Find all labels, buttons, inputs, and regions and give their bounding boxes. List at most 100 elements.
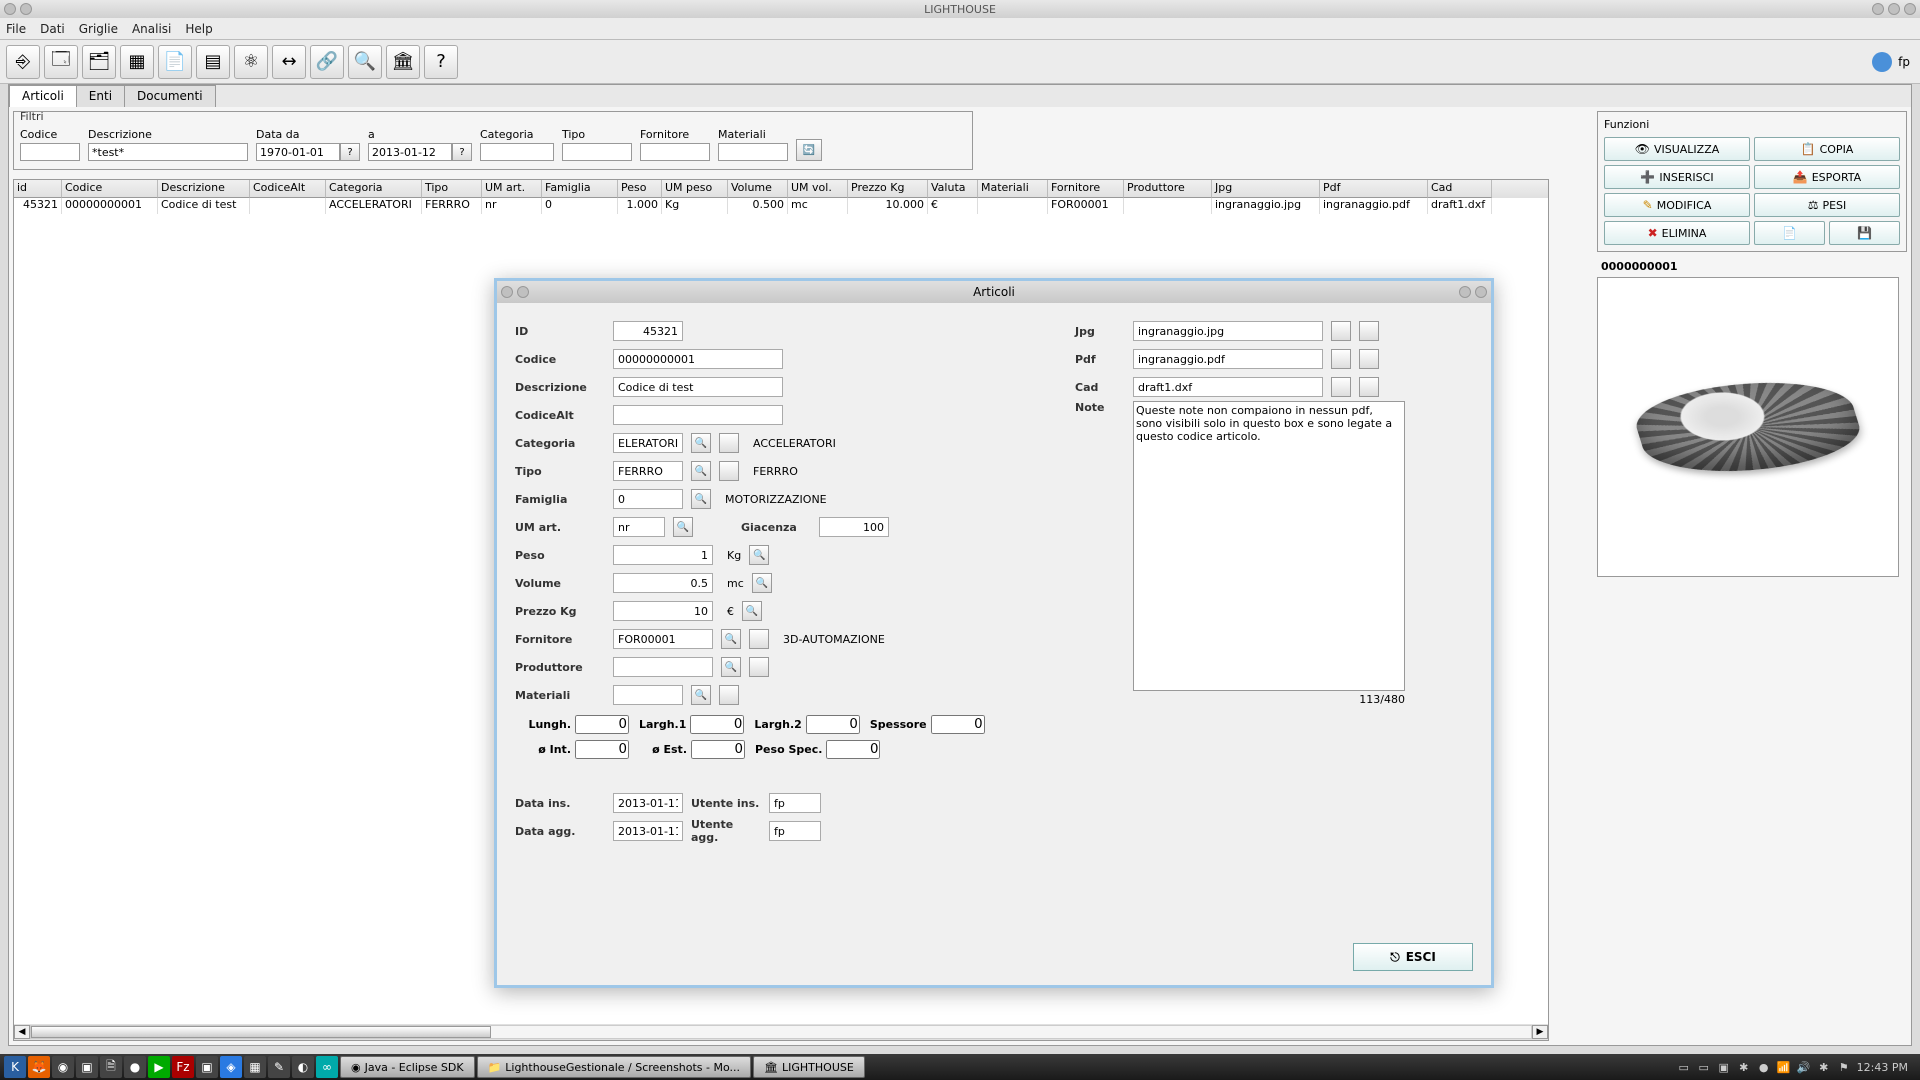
firefox-icon[interactable]: 🦊 xyxy=(28,1056,50,1078)
prezzokg-lookup[interactable]: 🔍 xyxy=(742,601,762,621)
volume-lookup[interactable]: 🔍 xyxy=(752,573,772,593)
column-header[interactable]: UM vol. xyxy=(788,180,848,198)
field-largh1[interactable] xyxy=(690,715,744,734)
tab-enti[interactable]: Enti xyxy=(76,85,125,107)
categoria-lookup[interactable]: 🔍 xyxy=(691,433,711,453)
toolbar-btn-help[interactable]: ? xyxy=(424,45,458,79)
column-header[interactable]: Fornitore xyxy=(1048,180,1124,198)
categoria-clear[interactable] xyxy=(719,433,739,453)
field-oint[interactable] xyxy=(575,740,629,759)
jpg-browse[interactable] xyxy=(1331,321,1351,341)
field-categoria[interactable] xyxy=(613,433,683,453)
tipo-lookup[interactable]: 🔍 xyxy=(691,461,711,481)
func-inserisci[interactable]: ➕INSERISCI xyxy=(1604,165,1750,189)
filtri-categoria-input[interactable] xyxy=(480,143,554,161)
dialog-titlebar[interactable]: Articoli xyxy=(497,281,1491,303)
column-header[interactable]: Famiglia xyxy=(542,180,618,198)
field-fornitore[interactable] xyxy=(613,629,713,649)
column-header[interactable]: Cad xyxy=(1428,180,1492,198)
func-pdf[interactable]: 📄 xyxy=(1754,221,1825,245)
maximize-button[interactable] xyxy=(1888,3,1900,15)
tray-icon[interactable]: ● xyxy=(1757,1060,1771,1074)
app-icon-1[interactable]: ● xyxy=(124,1056,146,1078)
task-lighthouse[interactable]: 🏛LIGHTHOUSE xyxy=(753,1056,865,1078)
filtri-datada-input[interactable] xyxy=(256,143,340,161)
dialog-close[interactable] xyxy=(1475,286,1487,298)
materiali-lookup[interactable]: 🔍 xyxy=(691,685,711,705)
chrome-icon[interactable]: ◉ xyxy=(52,1056,74,1078)
column-header[interactable]: Volume xyxy=(728,180,788,198)
esci-button[interactable]: ⎋ESCI xyxy=(1353,943,1473,971)
column-header[interactable]: Materiali xyxy=(978,180,1048,198)
filtri-datada-picker[interactable]: ? xyxy=(340,143,360,161)
tray-icon[interactable]: ✱ xyxy=(1737,1060,1751,1074)
field-tipo[interactable] xyxy=(613,461,683,481)
tab-documenti[interactable]: Documenti xyxy=(124,85,216,107)
clock[interactable]: 12:43 PM xyxy=(1857,1061,1908,1074)
peso-lookup[interactable]: 🔍 xyxy=(749,545,769,565)
table-row[interactable]: 4532100000000001Codice di testACCELERATO… xyxy=(14,198,1548,214)
field-produttore[interactable] xyxy=(613,657,713,677)
menu-dati[interactable]: Dati xyxy=(40,22,65,36)
cad-browse[interactable] xyxy=(1331,377,1351,397)
toolbar-btn-search[interactable]: 🔍 xyxy=(348,45,382,79)
app-icon-5[interactable]: ◐ xyxy=(292,1056,314,1078)
field-lungh[interactable] xyxy=(575,715,629,734)
tray-volume-icon[interactable]: 🔊 xyxy=(1797,1060,1811,1074)
column-header[interactable]: Pdf xyxy=(1320,180,1428,198)
menu-analisi[interactable]: Analisi xyxy=(132,22,171,36)
pdf-browse[interactable] xyxy=(1331,349,1351,369)
window-btn[interactable] xyxy=(20,3,32,15)
func-elimina[interactable]: ✖ELIMINA xyxy=(1604,221,1750,245)
func-esporta[interactable]: 📤ESPORTA xyxy=(1754,165,1900,189)
column-header[interactable]: Produttore xyxy=(1124,180,1212,198)
app-icon-2[interactable]: ▶ xyxy=(148,1056,170,1078)
column-header[interactable]: Codice xyxy=(62,180,158,198)
produttore-lookup[interactable]: 🔍 xyxy=(721,657,741,677)
jpg-view[interactable] xyxy=(1359,321,1379,341)
field-umart[interactable] xyxy=(613,517,665,537)
produttore-clear[interactable] xyxy=(749,657,769,677)
scroll-right-icon[interactable]: ▶ xyxy=(1532,1025,1548,1039)
field-cad[interactable] xyxy=(1133,377,1323,397)
fornitore-clear[interactable] xyxy=(749,629,769,649)
horizontal-scrollbar[interactable]: ◀ ▶ xyxy=(14,1024,1548,1040)
tray-icon[interactable]: ⚑ xyxy=(1837,1060,1851,1074)
menu-file[interactable]: File xyxy=(6,22,26,36)
tray-icon[interactable]: ✱ xyxy=(1817,1060,1831,1074)
field-peso[interactable] xyxy=(613,545,713,565)
field-note[interactable] xyxy=(1133,401,1405,691)
field-volume[interactable] xyxy=(613,573,713,593)
app-icon-3[interactable]: ▦ xyxy=(244,1056,266,1078)
filtri-a-input[interactable] xyxy=(368,143,452,161)
toolbar-btn-7[interactable]: ⚛ xyxy=(234,45,268,79)
filtri-materiali-input[interactable] xyxy=(718,143,788,161)
dropbox-icon[interactable]: ◈ xyxy=(220,1056,242,1078)
column-header[interactable]: Categoria xyxy=(326,180,422,198)
tray-icon[interactable]: ▭ xyxy=(1697,1060,1711,1074)
column-header[interactable]: Descrizione xyxy=(158,180,250,198)
fornitore-lookup[interactable]: 🔍 xyxy=(721,629,741,649)
column-header[interactable]: Valuta xyxy=(928,180,978,198)
tray-icon[interactable]: ▭ xyxy=(1677,1060,1691,1074)
close-button[interactable] xyxy=(1904,3,1916,15)
menu-griglie[interactable]: Griglie xyxy=(79,22,118,36)
cube-icon[interactable]: ▣ xyxy=(196,1056,218,1078)
column-header[interactable]: Peso xyxy=(618,180,662,198)
filtri-a-picker[interactable]: ? xyxy=(452,143,472,161)
app-icon-4[interactable]: ✎ xyxy=(268,1056,290,1078)
toolbar-btn-2[interactable]: 🗔 xyxy=(44,45,78,79)
dialog-minimize[interactable] xyxy=(1459,286,1471,298)
field-descrizione[interactable] xyxy=(613,377,783,397)
toolbar-btn-8[interactable]: ↔ xyxy=(272,45,306,79)
field-materiali[interactable] xyxy=(613,685,683,705)
famiglia-lookup[interactable]: 🔍 xyxy=(691,489,711,509)
column-header[interactable]: Prezzo Kg xyxy=(848,180,928,198)
field-spessore[interactable] xyxy=(931,715,985,734)
column-header[interactable]: UM peso xyxy=(662,180,728,198)
filtri-codice-input[interactable] xyxy=(20,143,80,161)
tray-icon[interactable]: ▣ xyxy=(1717,1060,1731,1074)
field-jpg[interactable] xyxy=(1133,321,1323,341)
func-save[interactable]: 💾 xyxy=(1829,221,1900,245)
materiali-clear[interactable] xyxy=(719,685,739,705)
